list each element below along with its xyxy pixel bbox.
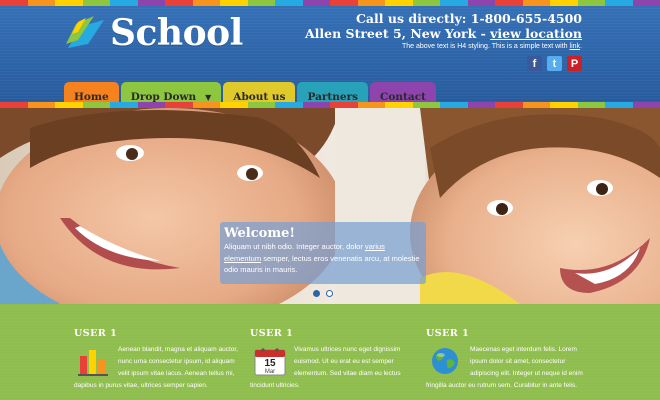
phone-line: Call us directly: 1-800-655-4500 <box>355 11 582 26</box>
social-links: f t P <box>527 56 582 71</box>
brand-name: School <box>110 12 243 54</box>
calendar-day: 15 <box>264 358 276 369</box>
contact-note: The above text is H4 styling. This is a … <box>305 42 582 52</box>
contact-block: Call us directly: 1-800-655-4500 Allen S… <box>305 11 582 52</box>
calendar-icon: 15 Mar <box>254 348 286 376</box>
note-suffix: . <box>580 43 582 50</box>
feature-column: USER 1 Aenean blandit, magna et aliquam … <box>74 328 244 392</box>
feature-title: USER 1 <box>74 328 118 339</box>
slider-dot[interactable] <box>326 290 333 297</box>
feature-title: USER 1 <box>426 328 470 339</box>
logo-mark-icon <box>66 16 104 48</box>
slider-dots <box>313 290 333 297</box>
address-line: Allen Street 5, New York - view location <box>305 26 582 41</box>
twitter-icon[interactable]: t <box>547 56 562 71</box>
caption-text-1: Aliquam ut nibh odio. Integer auctor, do… <box>224 242 365 251</box>
feature-column: USER 1 15 Mar Vivamus ultrices nunc eget… <box>250 328 420 392</box>
note-link[interactable]: link <box>570 43 581 50</box>
address-text: Allen Street 5, New York - <box>304 26 491 41</box>
view-location-link[interactable]: view location <box>490 26 582 41</box>
caption-text: Aliquam ut nibh odio. Integer auctor, do… <box>224 241 422 276</box>
features-band: USER 1 Aenean blandit, magna et aliquam … <box>0 304 660 400</box>
bar-chart-icon <box>78 350 108 376</box>
globe-icon <box>432 348 458 374</box>
note-text: The above text is H4 styling. This is a … <box>401 43 570 50</box>
calendar-month: Mar <box>265 369 275 375</box>
feature-title: USER 1 <box>250 328 294 339</box>
site-header: School Call us directly: 1-800-655-4500 … <box>0 6 660 112</box>
logo[interactable]: School <box>64 12 243 54</box>
feature-column: USER 1 Maecenas eget interdum felis. Lor… <box>426 328 596 392</box>
facebook-icon[interactable]: f <box>527 56 542 71</box>
caption-title: Welcome! <box>224 226 296 241</box>
slide-caption: Welcome! Aliquam ut nibh odio. Integer a… <box>220 222 426 284</box>
slider-dot[interactable] <box>313 290 320 297</box>
chevron-down-icon: ▼ <box>205 92 212 102</box>
pinterest-icon[interactable]: P <box>567 56 582 71</box>
